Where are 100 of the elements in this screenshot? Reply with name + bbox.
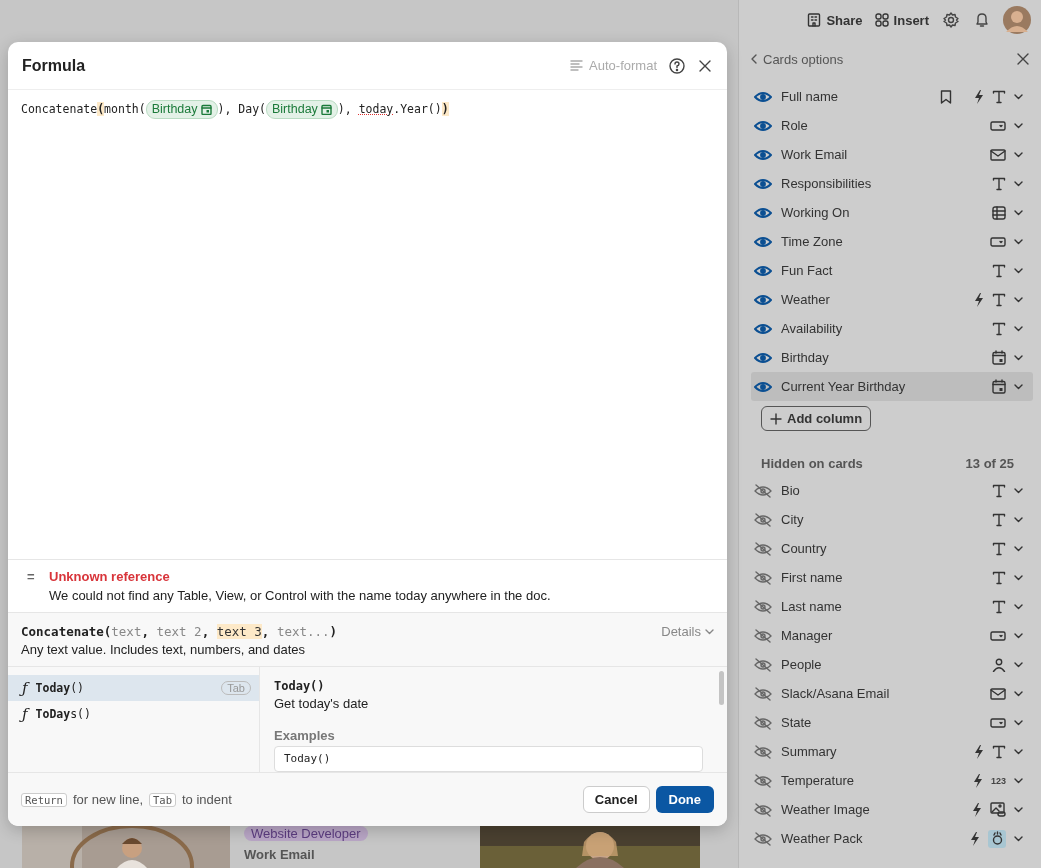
column-name: Last name bbox=[781, 599, 843, 614]
suggestion-item[interactable]: ƒ Today() Tab bbox=[8, 675, 259, 701]
dialog-title: Formula bbox=[22, 56, 87, 75]
calendar-icon bbox=[992, 350, 1006, 365]
done-button[interactable]: Done bbox=[655, 786, 714, 813]
eye-slash-icon bbox=[754, 686, 772, 701]
column-name: City bbox=[781, 512, 805, 527]
column-name: Responsibilities bbox=[781, 176, 873, 191]
column-row[interactable]: Work Email bbox=[751, 140, 1033, 169]
column-row[interactable]: Country bbox=[751, 534, 1033, 563]
column-name: Availability bbox=[781, 321, 844, 336]
scrollbar[interactable] bbox=[719, 671, 724, 705]
column-chip[interactable]: Birthday bbox=[145, 100, 218, 119]
add-column-button[interactable]: Add column bbox=[761, 406, 872, 431]
close-button[interactable] bbox=[1015, 51, 1031, 67]
column-name: Manager bbox=[781, 628, 834, 643]
envelope-icon bbox=[990, 687, 1006, 700]
help-button[interactable] bbox=[667, 55, 687, 76]
column-row[interactable]: Weather Image bbox=[751, 795, 1033, 824]
error-message: We could not find any Table, View, or Control with the name today anywhere in the doc. bbox=[49, 588, 552, 603]
notifications-button[interactable] bbox=[973, 10, 991, 30]
settings-button[interactable] bbox=[941, 10, 961, 30]
column-name: Full name bbox=[781, 89, 840, 104]
dropdown-field-icon bbox=[990, 716, 1006, 729]
key-hint: Return bbox=[21, 792, 67, 807]
examples-label: Examples bbox=[274, 728, 336, 743]
column-row[interactable]: Weather bbox=[751, 285, 1033, 314]
column-row[interactable]: Bio bbox=[751, 476, 1033, 505]
column-row[interactable]: First name bbox=[751, 563, 1033, 592]
insert-button[interactable]: Insert bbox=[874, 12, 929, 28]
column-row[interactable]: Full name bbox=[751, 82, 1033, 111]
column-row[interactable]: Summary bbox=[751, 737, 1033, 766]
chevron-left-icon bbox=[751, 54, 757, 64]
lightning-icon bbox=[972, 773, 983, 788]
column-row[interactable]: City bbox=[751, 505, 1033, 534]
column-row[interactable]: Responsibilities bbox=[751, 169, 1033, 198]
column-chip[interactable]: Birthday bbox=[266, 100, 338, 119]
column-name: Fun Fact bbox=[781, 263, 834, 278]
dropdown-field-icon bbox=[990, 119, 1006, 132]
formula-editor[interactable]: Concatenate(month( Birthday ), Day( Birthday ), today.Year()) bbox=[8, 90, 727, 560]
chevron-down-icon bbox=[1014, 487, 1023, 494]
chevron-down-icon bbox=[1014, 383, 1023, 390]
calendar-icon bbox=[992, 379, 1006, 394]
text-type-icon bbox=[992, 744, 1006, 759]
eye-slash-icon bbox=[754, 773, 772, 788]
column-row[interactable]: Fun Fact bbox=[751, 256, 1033, 285]
column-row[interactable]: Temperature 123 bbox=[751, 766, 1033, 795]
matching-paren: ( bbox=[97, 102, 105, 116]
text-type-icon bbox=[992, 89, 1006, 104]
close-icon bbox=[1017, 53, 1029, 65]
share-button[interactable]: Share bbox=[807, 12, 863, 28]
column-row[interactable]: Role bbox=[751, 111, 1033, 140]
column-row[interactable]: State bbox=[751, 708, 1033, 737]
code-text: .Year() bbox=[393, 102, 442, 116]
column-row[interactable]: Availability bbox=[751, 314, 1033, 343]
column-row[interactable]: Time Zone bbox=[751, 227, 1033, 256]
chevron-down-icon bbox=[1014, 545, 1023, 552]
chevron-down-icon bbox=[1014, 690, 1023, 697]
column-row[interactable]: Last name bbox=[751, 592, 1033, 621]
eye-icon bbox=[754, 235, 772, 248]
chevron-down-icon bbox=[1014, 516, 1023, 523]
chevron-down-icon bbox=[1014, 661, 1023, 668]
chevron-down-icon bbox=[1014, 209, 1023, 216]
function-signature: Concatenate(text, text 2, text 3, text...) bbox=[21, 624, 339, 639]
chevron-down-icon bbox=[1014, 777, 1023, 784]
function-description: Get today's date bbox=[274, 696, 370, 711]
function-name: Today() bbox=[274, 679, 326, 693]
function-description: Any text value. Includes text, numbers, and dates bbox=[21, 642, 306, 657]
back-button[interactable]: Cards options bbox=[751, 51, 1015, 67]
column-name: State bbox=[781, 715, 813, 730]
eye-slash-icon bbox=[754, 715, 772, 730]
cancel-button[interactable]: Cancel bbox=[582, 786, 650, 813]
column-row[interactable]: Birthday bbox=[751, 343, 1033, 372]
column-row[interactable]: Slack/Asana Email bbox=[751, 679, 1033, 708]
text-type-icon bbox=[992, 263, 1006, 278]
column-name: People bbox=[781, 657, 823, 672]
envelope-icon bbox=[990, 148, 1006, 161]
lightning-icon bbox=[972, 802, 982, 817]
text-type-icon bbox=[992, 292, 1006, 307]
eye-icon bbox=[754, 264, 772, 277]
chevron-down-icon bbox=[1014, 354, 1023, 361]
section-title: Hidden on cards bbox=[761, 456, 863, 471]
eye-icon bbox=[754, 206, 772, 219]
column-row[interactable]: Weather Pack bbox=[751, 824, 1033, 853]
grid-icon bbox=[874, 13, 889, 27]
column-name: Temperature bbox=[781, 773, 855, 788]
eye-slash-icon bbox=[754, 744, 772, 759]
column-name: Role bbox=[781, 118, 809, 133]
column-row[interactable]: Current Year Birthday bbox=[751, 372, 1033, 401]
eye-slash-icon bbox=[754, 657, 772, 672]
suggestion-item[interactable]: ƒ ToDays() bbox=[8, 701, 259, 727]
column-row[interactable]: People bbox=[751, 650, 1033, 679]
image-link-icon bbox=[990, 802, 1006, 817]
lightning-icon bbox=[970, 831, 980, 846]
eye-slash-icon bbox=[754, 541, 772, 556]
column-row[interactable]: Manager bbox=[751, 621, 1033, 650]
column-name: Weather Pack bbox=[781, 831, 864, 846]
column-name: Time Zone bbox=[781, 234, 844, 249]
column-row[interactable]: Working On bbox=[751, 198, 1033, 227]
code-text: ), Day( bbox=[217, 102, 266, 116]
